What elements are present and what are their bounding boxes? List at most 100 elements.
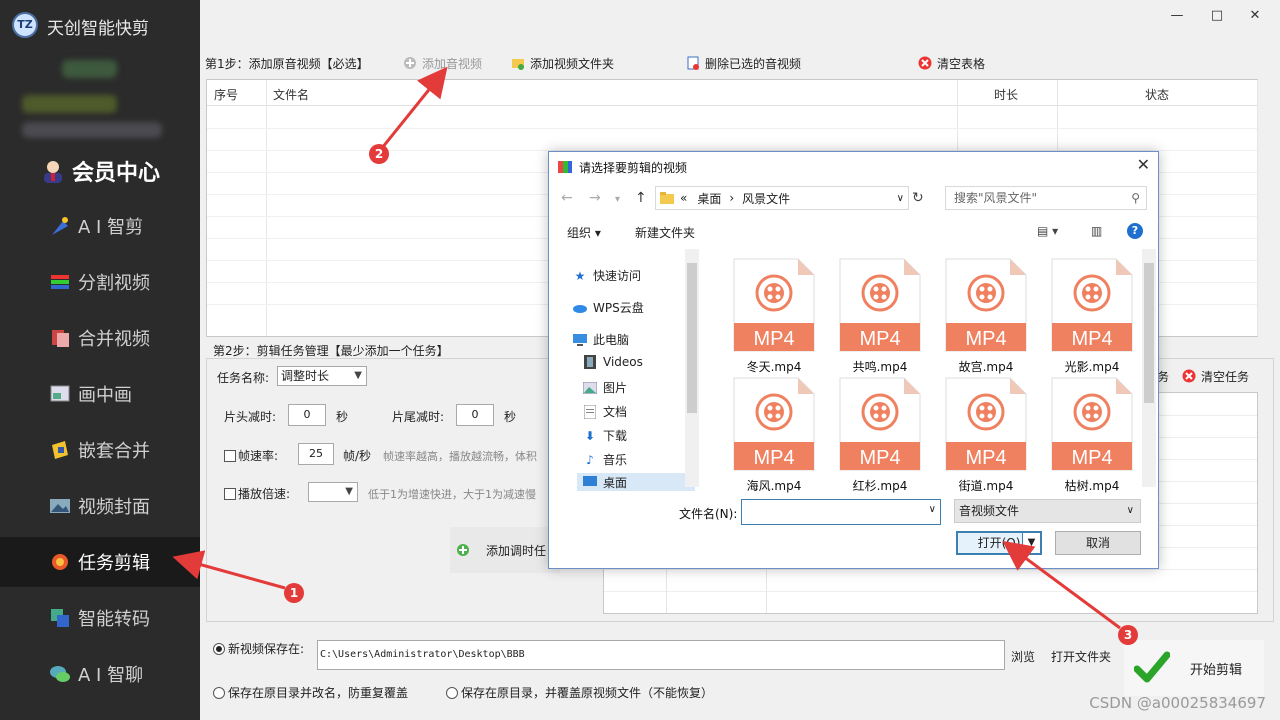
head-cut-input[interactable]: 0 (288, 404, 326, 426)
refresh-icon[interactable]: ↻ (912, 190, 924, 206)
rename-save-option[interactable]: 保存在原目录并改名，防重复覆盖 (213, 684, 408, 701)
sidebar-item-label: 分割视频 (78, 273, 150, 294)
minimize-button[interactable]: — (1162, 8, 1192, 23)
tree-item-pictures[interactable]: 图片 (583, 379, 627, 396)
back-arrow-icon[interactable]: ← (561, 190, 573, 206)
tree-item-music[interactable]: ♪ 音乐 (583, 451, 627, 468)
chevron-down-icon[interactable]: ∨ (929, 504, 936, 515)
file-name: 红杉.mp4 (852, 479, 908, 493)
speed-checkbox[interactable]: 播放倍速: (224, 485, 290, 502)
speed-select[interactable]: ▼ (308, 482, 358, 502)
save-path-input[interactable]: C:\Users\Administrator\Desktop\BBB (317, 640, 1005, 670)
delete-selected-button[interactable]: 删除已选的音视频 (680, 52, 807, 74)
fps-checkbox[interactable]: 帧速率: (224, 447, 278, 464)
tree-item-desktop[interactable]: 桌面 (577, 473, 695, 491)
search-input[interactable]: 搜索"风景文件" ⚲ (945, 186, 1147, 210)
add-video-button[interactable]: 添加音视频 (397, 52, 488, 74)
file-item[interactable]: MP4 枯树.mp4 (1042, 374, 1142, 493)
start-edit-label: 开始剪辑 (1190, 662, 1243, 678)
fps-unit: 帧/秒 (343, 449, 372, 463)
preview-pane-icon[interactable]: ▥ (1091, 224, 1102, 238)
fps-input[interactable]: 25 (298, 443, 334, 465)
clear-tasks-button[interactable]: 清空任务 (1176, 365, 1255, 387)
new-save-radio[interactable] (213, 642, 225, 655)
organize-menu[interactable]: 组织 ▾ (567, 224, 601, 241)
sidebar-item-nest-merge[interactable]: 嵌套合并 (0, 425, 200, 475)
fps-hint: 帧速率越高，播放越流畅，体积 (383, 450, 537, 463)
tree-label: 快速访问 (593, 269, 642, 283)
rename-radio[interactable] (213, 686, 225, 699)
overwrite-radio[interactable] (446, 686, 458, 699)
clear-table-button[interactable]: 清空表格 (912, 52, 991, 74)
up-arrow-icon[interactable]: ↑ (635, 190, 647, 206)
clear-x-icon (918, 56, 932, 70)
sidebar-item-merge-video[interactable]: 合并视频 (0, 313, 200, 363)
add-task-button[interactable]: 添加调时任 (450, 527, 560, 573)
sidebar-item-pip[interactable]: 画中画 (0, 369, 200, 419)
overwrite-save-option[interactable]: 保存在原目录，并覆盖原视频文件（不能恢复） (446, 684, 713, 701)
files-scrollbar[interactable] (1142, 249, 1156, 487)
tree-item-quick-access[interactable]: ★ 快速访问 (573, 267, 641, 284)
speed-check-box[interactable] (224, 488, 236, 500)
sidebar-item-video-cover[interactable]: 视频封面 (0, 481, 200, 531)
desktop-icon (583, 475, 597, 489)
file-item[interactable]: MP4 红杉.mp4 (830, 374, 930, 493)
fps-check-box[interactable] (224, 450, 236, 462)
open-label: 打开(O) (977, 536, 1021, 550)
files-scroll-thumb[interactable] (1144, 263, 1154, 403)
file-item[interactable]: MP4 故宫.mp4 (936, 255, 1036, 374)
start-edit-button[interactable]: 开始剪辑 (1124, 640, 1264, 696)
new-folder-button[interactable]: 新建文件夹 (635, 224, 695, 241)
file-name: 共鸣.mp4 (852, 360, 908, 374)
tail-cut-input[interactable]: 0 (456, 404, 494, 426)
breadcrumb-desktop[interactable]: 桌面 (697, 190, 721, 207)
file-item[interactable]: MP4 海风.mp4 (724, 374, 824, 493)
sidebar-item-ai-chat[interactable]: A I 智聊 (0, 649, 200, 699)
tree-label: 下载 (603, 429, 628, 443)
file-item[interactable]: MP4 冬天.mp4 (724, 255, 824, 374)
breadcrumb-overflow[interactable]: « (680, 191, 687, 205)
cloud-icon (573, 301, 587, 315)
add-folder-button[interactable]: 添加视频文件夹 (505, 52, 620, 74)
ai-chat-icon (48, 662, 72, 686)
open-dropdown-arrow[interactable]: ▼ (1022, 533, 1040, 553)
close-button[interactable]: ✕ (1240, 8, 1270, 23)
breadcrumb-current[interactable]: 风景文件 (742, 190, 790, 207)
sidebar-item-split-video[interactable]: 分割视频 (0, 257, 200, 307)
tree-label: 音乐 (603, 453, 628, 467)
sidebar-item-task-edit[interactable]: 任务剪辑 (0, 537, 200, 587)
forward-arrow-icon[interactable]: → (589, 190, 601, 206)
address-bar[interactable]: « 桌面 › 风景文件 ∨ (655, 186, 909, 210)
file-item[interactable]: MP4 光影.mp4 (1042, 255, 1142, 374)
new-save-option[interactable]: 新视频保存在: (213, 640, 304, 657)
open-folder-button[interactable]: 打开文件夹 (1051, 648, 1111, 665)
sidebar-item-ai-cut[interactable]: A I 智剪 (0, 201, 200, 251)
overwrite-label: 保存在原目录，并覆盖原视频文件（不能恢复） (461, 686, 714, 700)
tree-item-documents[interactable]: 文档 (583, 403, 627, 420)
sidebar-item-transcode[interactable]: 智能转码 (0, 593, 200, 643)
watermark: CSDN @a00025834697 (1089, 694, 1266, 712)
filename-input[interactable]: ∨ (741, 499, 941, 525)
view-mode-icon[interactable]: ▤ ▾ (1037, 224, 1058, 238)
dialog-title: 请选择要剪辑的视频 (579, 161, 688, 175)
tree-item-this-pc[interactable]: 此电脑 (573, 331, 629, 348)
tree-scroll-thumb[interactable] (687, 263, 697, 413)
tree-item-wps-cloud[interactable]: WPS云盘 (573, 299, 644, 316)
tree-scrollbar[interactable] (685, 249, 699, 487)
maximize-button[interactable]: □ (1202, 8, 1232, 23)
help-icon[interactable]: ? (1127, 223, 1143, 239)
sidebar-item-label: 任务剪辑 (78, 553, 150, 574)
cancel-button[interactable]: 取消 (1055, 531, 1141, 555)
dialog-close-icon[interactable]: ✕ (1137, 155, 1150, 174)
file-item[interactable]: MP4 街道.mp4 (936, 374, 1036, 493)
file-item[interactable]: MP4 共鸣.mp4 (830, 255, 930, 374)
history-chevron-icon[interactable]: ▾ (615, 194, 620, 205)
tree-item-videos[interactable]: Videos (583, 355, 643, 369)
filetype-select[interactable]: 音视频文件 ∨ (954, 499, 1141, 523)
tree-item-downloads[interactable]: ⬇ 下载 (583, 427, 627, 444)
browse-button[interactable]: 浏览 (1011, 648, 1035, 665)
task-name-select[interactable]: 调整时长 ▼ (277, 366, 367, 386)
chevron-down-icon[interactable]: ∨ (897, 193, 904, 204)
vip-center-button[interactable]: 会员中心 (40, 155, 160, 187)
fps-label: 帧速率: (238, 449, 279, 463)
